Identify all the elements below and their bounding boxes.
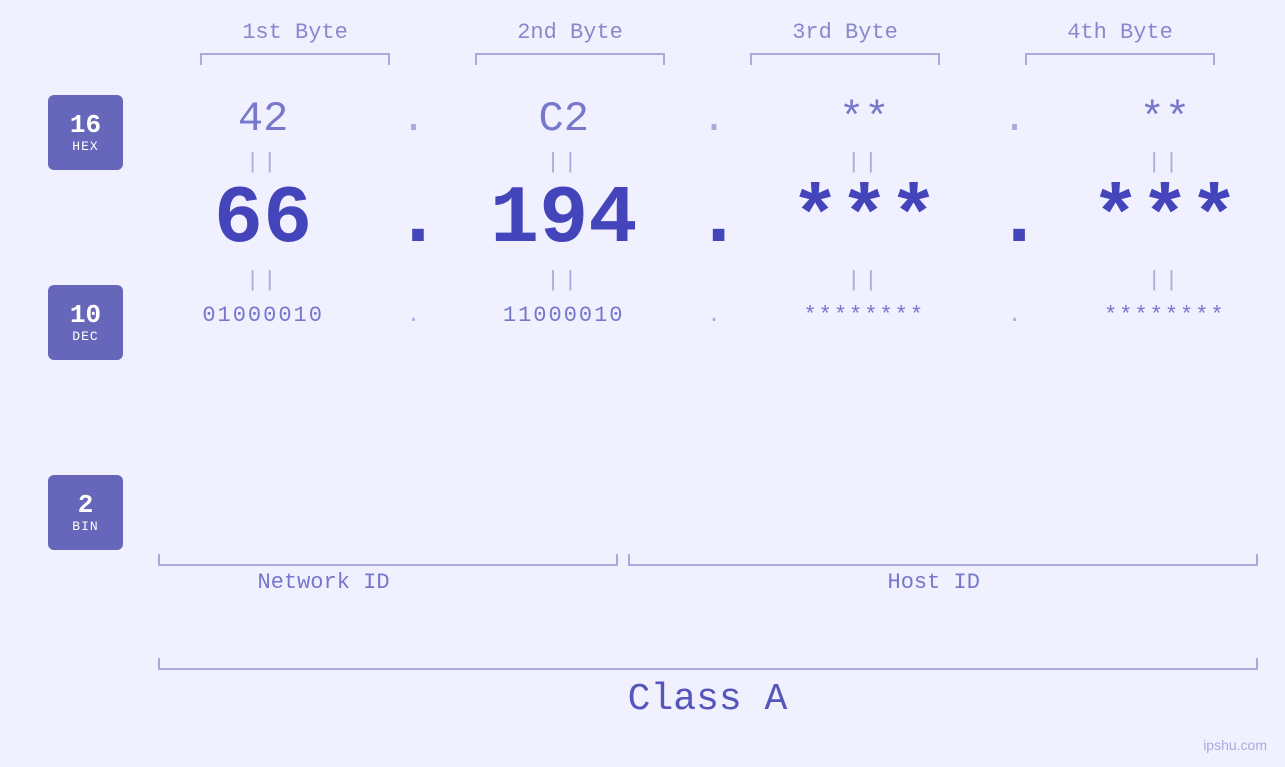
eq-3: || (754, 150, 974, 175)
host-id-label: Host ID (888, 570, 980, 595)
bin-val-3: ******** (754, 303, 974, 328)
bottom-area: Network ID Host ID (158, 554, 1258, 614)
badge-hex-label: HEX (72, 139, 98, 154)
class-label: Class A (158, 678, 1258, 721)
hex-val-3: ** (754, 95, 974, 143)
top-brackets (158, 53, 1258, 65)
network-bracket (158, 554, 618, 566)
dot-hex-3: . (995, 95, 1035, 143)
watermark: ipshu.com (1203, 737, 1267, 753)
eq-1: || (153, 150, 373, 175)
badge-dec-label: DEC (72, 329, 98, 344)
badge-hex: 16 HEX (48, 95, 123, 170)
dec-row: 66 . 194 . *** . *** (143, 179, 1285, 261)
dot-dec-3: . (995, 179, 1035, 261)
dec-val-1: 66 (153, 179, 373, 261)
network-id-label: Network ID (258, 570, 390, 595)
bracket-byte1 (200, 53, 390, 65)
eq2-1: || (153, 268, 373, 293)
byte-label-1: 1st Byte (185, 20, 405, 45)
main-area: 16 HEX 10 DEC 2 BIN 42 . C2 . ** . ** (0, 85, 1285, 550)
host-bracket (628, 554, 1258, 566)
bracket-byte4 (1025, 53, 1215, 65)
hex-row: 42 . C2 . ** . ** (143, 95, 1285, 143)
dot-hex-1: . (393, 95, 433, 143)
badge-bin: 2 BIN (48, 475, 123, 550)
eq2-3: || (754, 268, 974, 293)
main-container: 1st Byte 2nd Byte 3rd Byte 4th Byte 16 H… (0, 0, 1285, 767)
badge-bin-num: 2 (78, 491, 94, 520)
eq2-4: || (1055, 268, 1275, 293)
badge-dec-num: 10 (70, 301, 101, 330)
class-bracket (158, 658, 1258, 670)
byte-label-4: 4th Byte (1010, 20, 1230, 45)
bin-val-4: ******** (1055, 303, 1275, 328)
dot-dec-1: . (393, 179, 433, 261)
hex-val-2: C2 (454, 95, 674, 143)
eq2-2: || (454, 268, 674, 293)
class-area: Class A (158, 658, 1258, 721)
badge-dec: 10 DEC (48, 285, 123, 360)
byte-label-3: 3rd Byte (735, 20, 955, 45)
dot-bin-3: . (995, 303, 1035, 328)
dec-val-3: *** (754, 179, 974, 261)
equals-row-2: || || || || (143, 265, 1285, 295)
hex-val-4: ** (1055, 95, 1275, 143)
bin-row: 01000010 . 11000010 . ******** . *******… (143, 303, 1285, 328)
dec-val-2: 194 (454, 179, 674, 261)
dot-bin-1: . (393, 303, 433, 328)
badges-column: 16 HEX 10 DEC 2 BIN (0, 85, 123, 550)
badge-bin-label: BIN (72, 519, 98, 534)
bin-val-1: 01000010 (153, 303, 373, 328)
dot-dec-2: . (694, 179, 734, 261)
bracket-byte3 (750, 53, 940, 65)
eq-4: || (1055, 150, 1275, 175)
bin-val-2: 11000010 (454, 303, 674, 328)
byte-headers: 1st Byte 2nd Byte 3rd Byte 4th Byte (158, 20, 1258, 45)
byte-label-2: 2nd Byte (460, 20, 680, 45)
dot-hex-2: . (694, 95, 734, 143)
hex-val-1: 42 (153, 95, 373, 143)
bracket-byte2 (475, 53, 665, 65)
eq-2: || (454, 150, 674, 175)
dot-bin-2: . (694, 303, 734, 328)
values-grid: 42 . C2 . ** . ** || || || || 66 (123, 85, 1285, 328)
dec-val-4: *** (1055, 179, 1275, 261)
badge-hex-num: 16 (70, 111, 101, 140)
